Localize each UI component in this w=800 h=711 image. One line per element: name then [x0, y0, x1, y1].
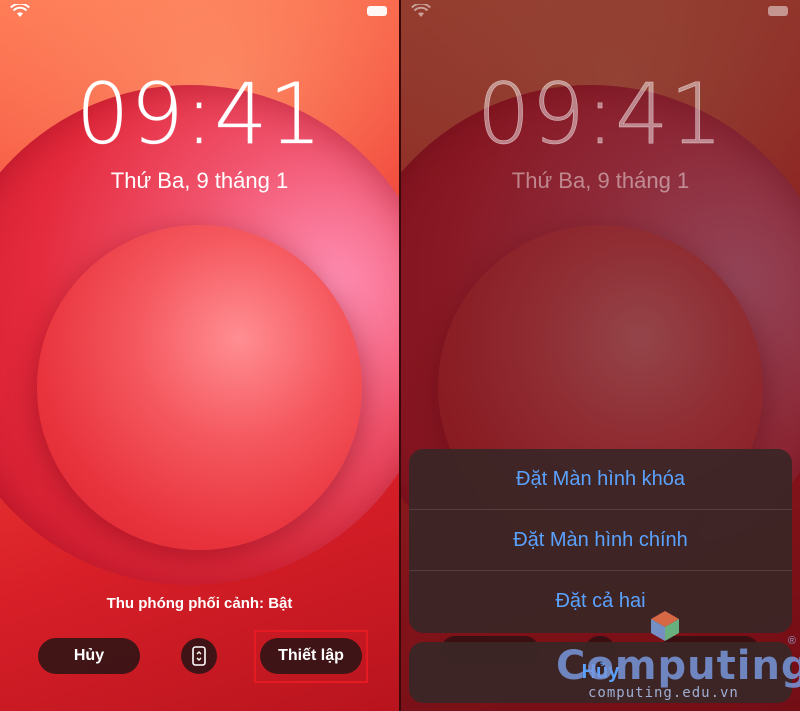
watermark-brand: Computing [556, 643, 800, 689]
perspective-zoom-icon [192, 646, 206, 666]
perspective-zoom-status: Thu phóng phối cảnh: Bật [106, 595, 293, 612]
set-lock-screen-option[interactable]: Đặt Màn hình khóa [409, 449, 792, 510]
cancel-button[interactable]: Hủy [38, 638, 140, 674]
computing-logo-icon [651, 611, 679, 641]
lock-screen-date: Thứ Ba, 9 tháng 1 [511, 168, 690, 193]
wifi-icon [10, 4, 30, 17]
wallpaper-preview-panel: 09:41 Thứ Ba, 9 tháng 1 Thu phóng phối c… [0, 0, 399, 711]
wifi-icon [411, 4, 431, 17]
set-home-screen-option[interactable]: Đặt Màn hình chính [409, 510, 792, 571]
perspective-zoom-button[interactable] [181, 638, 217, 674]
status-bar [0, 4, 399, 18]
battery-icon [367, 6, 387, 16]
watermark: Computing ® computing.edu.vn [548, 605, 800, 705]
lock-screen-time: 09:41 [75, 65, 324, 163]
wallpaper-small-circle [37, 225, 362, 550]
registered-mark: ® [787, 635, 796, 647]
lock-screen-time: 09:41 [476, 65, 725, 163]
highlight-annotation [254, 630, 368, 683]
battery-icon [768, 6, 788, 16]
lock-screen-date: Thứ Ba, 9 tháng 1 [110, 168, 289, 193]
status-bar [401, 4, 800, 18]
watermark-domain: computing.edu.vn [588, 685, 739, 701]
